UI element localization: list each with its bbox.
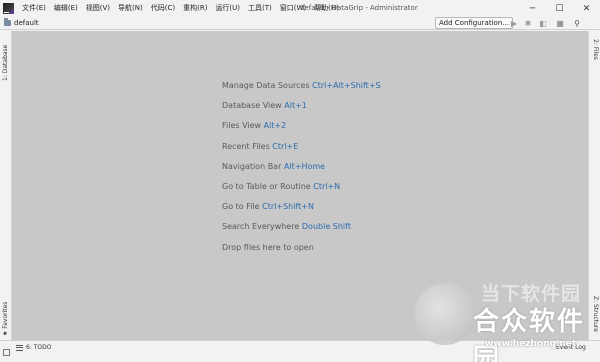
shortcut-key: Ctrl+N <box>313 181 341 191</box>
menu-tools[interactable]: 工具(T) <box>244 0 276 17</box>
add-configuration-button[interactable]: Add Configuration... <box>435 17 513 29</box>
watermark: 当下软件园 合众软件园 www.hezhong.net <box>415 275 600 362</box>
close-button[interactable]: ✕ <box>573 0 600 17</box>
folder-icon <box>4 18 11 26</box>
shortcut-key: Ctrl+E <box>272 141 299 151</box>
shortcut-key: Ctrl+Alt+Shift+S <box>312 81 381 90</box>
tool-windows-icon[interactable] <box>3 349 10 356</box>
menu-file[interactable]: 文件(E) <box>18 0 50 17</box>
files-tool-tab[interactable]: 2: Files <box>592 39 599 60</box>
window-controls: ─ ☐ ✕ <box>519 0 600 17</box>
run-icon[interactable]: ▶ <box>509 18 519 28</box>
menu-run[interactable]: 运行(U) <box>211 0 244 17</box>
shortcut-key: Alt+2 <box>263 121 287 131</box>
shortcut-key: Alt+Home <box>283 161 326 171</box>
hint-go-to-table: Go to Table or Routine Ctrl+N <box>222 181 341 191</box>
shortcut-key: Alt+1 <box>284 101 307 111</box>
navigation-toolbar: default Add Configuration... ▶ ✱ ◧ ■ ⚲ <box>0 17 600 30</box>
favorites-tool-tab[interactable]: ★ Favorites <box>2 302 9 336</box>
hint-search-everywhere: Search Everywhere Double Shift <box>222 222 351 232</box>
debug-icon[interactable]: ✱ <box>523 18 533 28</box>
menu-edit[interactable]: 编辑(E) <box>50 0 82 17</box>
database-tool-tab[interactable]: 1: Database <box>2 45 9 81</box>
list-icon <box>16 344 23 351</box>
title-bar: 文件(E) 编辑(E) 视图(V) 导航(N) 代码(C) 重构(R) 运行(U… <box>0 0 600 17</box>
maximize-button[interactable]: ☐ <box>546 0 573 17</box>
hint-database-view: Database View Alt+1 <box>222 101 307 111</box>
todo-tool-tab[interactable]: 6: TODO <box>16 344 51 351</box>
window-title: default - DataGrip - Administrator <box>300 4 418 12</box>
watermark-main-text: 合众软件园 <box>473 307 586 362</box>
menu-refactor[interactable]: 重构(R) <box>179 0 211 17</box>
hint-drop-files: Drop files here to open <box>222 242 314 252</box>
menu-bar: 文件(E) 编辑(E) 视图(V) 导航(N) 代码(C) 重构(R) 运行(U… <box>18 0 343 17</box>
menu-navigate[interactable]: 导航(N) <box>114 0 147 17</box>
watermark-logo-icon <box>415 283 475 345</box>
watermark-url: www.hezhong.net <box>485 339 577 349</box>
hint-files-view: Files View Alt+2 <box>222 121 287 131</box>
left-tool-strip: 1: Database ★ Favorites <box>0 31 12 340</box>
hint-go-to-file: Go to File Ctrl+Shift+N <box>222 202 314 212</box>
stop-icon[interactable]: ■ <box>555 18 565 28</box>
hint-manage-data-sources: Manage Data Sources Ctrl+Alt+Shift+S <box>222 81 381 90</box>
coverage-icon[interactable]: ◧ <box>538 18 548 28</box>
shortcut-key: Ctrl+Shift+N <box>262 202 314 212</box>
menu-code[interactable]: 代码(C) <box>147 0 179 17</box>
welcome-hints: Manage Data Sources Ctrl+Alt+Shift+S Dat… <box>222 81 381 263</box>
datagrip-logo-icon <box>3 3 14 14</box>
project-breadcrumb[interactable]: default <box>14 19 39 27</box>
hint-navigation-bar: Navigation Bar Alt+Home <box>222 161 326 171</box>
shortcut-key: Double Shift <box>301 222 351 232</box>
minimize-button[interactable]: ─ <box>519 0 546 17</box>
menu-view[interactable]: 视图(V) <box>82 0 114 17</box>
search-icon[interactable]: ⚲ <box>572 18 582 28</box>
hint-recent-files: Recent Files Ctrl+E <box>222 141 299 151</box>
